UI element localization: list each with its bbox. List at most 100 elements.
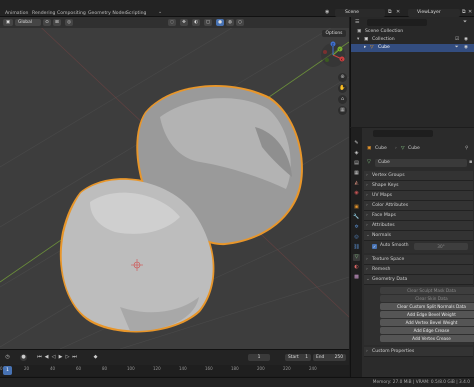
button-label: Clear Custom Split Normals Data (397, 304, 466, 309)
filter-icon[interactable]: ⏷ (463, 19, 467, 25)
particles-tab-icon[interactable]: ✲ (353, 224, 360, 231)
add-vertex-crease-button[interactable]: Add Vertex Crease (380, 335, 474, 342)
properties-search-input[interactable] (373, 130, 433, 137)
camera-icon[interactable]: ⌂ (338, 95, 347, 104)
tool-tab-icon[interactable]: ✎ (353, 140, 360, 147)
keyframe-icon[interactable]: ◆ (92, 354, 99, 361)
close-icon[interactable]: ✕ (468, 9, 472, 15)
options-label: Options (325, 31, 343, 36)
material-tab-icon[interactable]: ◐ (353, 264, 360, 271)
outliner-type-icon[interactable]: ☰ (355, 19, 359, 25)
eye-icon[interactable]: ◉ (464, 44, 468, 52)
view-layer-selector[interactable]: ViewLayer (408, 9, 460, 17)
auto-smooth-checkbox[interactable]: ✓ (372, 244, 377, 249)
panel-remesh[interactable]: › Remesh (364, 265, 473, 275)
start-frame-field[interactable]: Start 1 (285, 354, 311, 361)
world-tab-icon[interactable]: ◉ (353, 190, 360, 197)
render-tab-icon[interactable]: ◈ (353, 150, 360, 157)
grid-icon[interactable]: ▦ (338, 106, 347, 115)
editor-type-button[interactable]: ▣ (3, 19, 13, 26)
mesh-icon[interactable]: ▽ (367, 159, 371, 165)
render-shading-icon[interactable]: ○ (236, 19, 244, 26)
texture-tab-icon[interactable]: ▩ (353, 274, 360, 281)
jump-end-icon[interactable]: ⏭ (71, 354, 78, 361)
gizmo-icon[interactable]: ✥ (180, 19, 188, 26)
zoom-icon[interactable]: ⊕ (338, 73, 347, 82)
view-layer-tab-icon[interactable]: ▦ (353, 170, 360, 177)
timeline-menu-icon[interactable]: ◷ (4, 354, 11, 361)
clear-custom-split-normals-data-button[interactable]: Clear Custom Split Normals Data (380, 303, 474, 310)
copy-icon[interactable]: ⧉ (388, 9, 392, 15)
jump-start-icon[interactable]: ⏮ (36, 354, 43, 361)
scene-selector[interactable]: Scene (335, 9, 385, 17)
workspace-tab-animation[interactable]: Animation (5, 11, 28, 16)
physics-tab-icon[interactable]: ◎ (353, 234, 360, 241)
play-icon[interactable]: ▶ (57, 354, 64, 361)
outliner-search-input[interactable] (367, 19, 427, 26)
3d-viewport[interactable]: ▣ Global ⊙ ⊞ ◎ ◌ ✥ ◐ ▢ ● ◍ ○ Options X Y… (0, 17, 349, 349)
panel-shape-keys[interactable]: › Shape Keys (364, 181, 473, 191)
workspace-tab-rendering[interactable]: Rendering (32, 11, 55, 16)
snap-icon[interactable]: ⊞ (53, 19, 61, 26)
output-tab-icon[interactable]: ▤ (353, 160, 360, 167)
constraints-tab-icon[interactable]: ⛓ (353, 244, 360, 251)
panel-face-maps[interactable]: › Face Maps (364, 211, 473, 221)
xray-icon[interactable]: ▢ (204, 19, 212, 26)
panel-normals[interactable]: ⌄ Normals (364, 231, 473, 241)
scene-tab-icon[interactable]: ◭ (353, 180, 360, 187)
proportional-edit-icon[interactable]: ◎ (65, 19, 73, 26)
object-tab-icon[interactable]: ▣ (353, 204, 360, 211)
current-frame-field[interactable]: 1 (248, 354, 270, 361)
checkbox-icon[interactable]: ☑ (455, 36, 459, 44)
overlay-icon[interactable]: ◐ (192, 19, 200, 26)
visibility-icon[interactable]: ◌ (168, 19, 176, 26)
panel-texture-space[interactable]: › Texture Space (364, 255, 473, 265)
fake-user-icon[interactable]: ▪ (469, 159, 472, 165)
workspace-tab-geometry-nodes[interactable]: Geometry Nodes (88, 11, 127, 16)
clear-sculpt-mask-data-button[interactable]: Clear Sculpt Mask Data (380, 287, 474, 294)
filter-icon[interactable]: ⏷ (455, 44, 459, 52)
workspace-tab-compositing[interactable]: Compositing (57, 11, 86, 16)
mesh-data-tab-icon[interactable]: ▽ (353, 254, 360, 261)
panel-vertex-groups[interactable]: › Vertex Groups (364, 171, 473, 181)
add-vertex-bevel-weight-button[interactable]: Add Vertex Bevel Weight (380, 319, 474, 326)
transform-orientation-dropdown[interactable]: Global (15, 19, 41, 26)
chevron-down-icon[interactable]: ▾ (357, 36, 359, 44)
clear-skin-data-button[interactable]: Clear Skin Data (380, 295, 474, 302)
step-back-icon[interactable]: ◀ (43, 354, 50, 361)
modifier-tab-icon[interactable]: 🔧 (353, 214, 360, 221)
panel-custom-properties[interactable]: › Custom Properties (364, 347, 473, 357)
chevron-right-icon[interactable]: ▸ (364, 44, 366, 52)
mesh-name-field[interactable]: Cube (375, 159, 467, 167)
outliner-row-cube[interactable]: ▸ ▽ Cube ⏷ ◉ (351, 44, 474, 52)
outliner-row-collection[interactable]: ▾ ▣ Collection ☑ ◉ (351, 36, 474, 44)
solid-shading-icon[interactable]: ● (216, 19, 224, 26)
chevron-down-icon[interactable]: ⌄ (158, 9, 162, 15)
panel-uv-maps[interactable]: › UV Maps (364, 191, 473, 201)
panel-attributes[interactable]: › Attributes (364, 221, 473, 231)
play-reverse-icon[interactable]: ◁ (50, 354, 57, 361)
end-frame-field[interactable]: End 250 (313, 354, 346, 361)
scene-icon[interactable]: ◉ (325, 9, 329, 15)
pin-icon[interactable]: ⚲ (465, 145, 468, 153)
close-icon[interactable]: ✕ (396, 9, 400, 15)
step-forward-icon[interactable]: ▷ (64, 354, 71, 361)
record-icon[interactable]: ● (20, 354, 27, 361)
pan-hand-icon[interactable]: ✋ (338, 84, 347, 93)
panel-color-attributes[interactable]: › Color Attributes (364, 201, 473, 211)
copy-icon[interactable]: ⧉ (462, 9, 466, 15)
pivot-icon[interactable]: ⊙ (43, 19, 51, 26)
material-shading-icon[interactable]: ◍ (226, 19, 234, 26)
options-dropdown[interactable]: Options (322, 30, 346, 37)
auto-smooth-angle-field[interactable]: 30° (414, 243, 468, 250)
workspace-tab-scripting[interactable]: Scripting (126, 11, 146, 16)
eye-icon[interactable]: ◉ (464, 36, 468, 44)
viewport-scene[interactable] (0, 17, 349, 349)
navigation-gizmo[interactable]: X Y Z (318, 41, 348, 69)
add-edge-bevel-weight-button[interactable]: Add Edge Bevel Weight (380, 311, 474, 318)
ruler-tick: 80 (102, 366, 108, 371)
panel-geometry-data[interactable]: ⌄ Geometry Data (364, 275, 473, 285)
add-edge-crease-button[interactable]: Add Edge Crease (380, 327, 474, 334)
playhead[interactable]: 1 (3, 366, 12, 375)
outliner-row-scene-collection[interactable]: ▣ Scene Collection (351, 28, 474, 36)
